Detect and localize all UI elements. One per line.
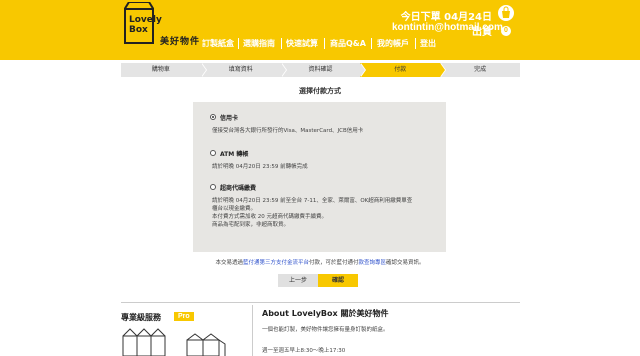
payment-platform-link[interactable]: 藍付通第三方支付金流平台 (243, 260, 309, 266)
logo-roof-icon (124, 2, 154, 10)
nav-divider (371, 38, 372, 49)
about-text: 一個也能訂製，美好物件讓您擁有量身訂製的紙盒。 (262, 327, 389, 333)
step-label: 購物車 (151, 66, 170, 73)
shopping-bag-icon (498, 5, 514, 21)
about-title: About LovelyBox 關於美好物件 (262, 309, 389, 318)
notice-text: 本交易透過 (215, 260, 243, 266)
site-header: Lovely Box 美好物件 今日下單 04月24日 出貨 kontintin… (0, 0, 640, 60)
nav-logout[interactable]: 登出 (420, 38, 436, 49)
option-description: 請於明晚 04月20日 23:59 前至全台 7-11、全家、萊爾富、OK超商利… (212, 198, 413, 204)
confirm-button[interactable]: 確認 (318, 274, 358, 287)
payment-options-panel: 信用卡 僅接受台灣各大銀行所發行的Visa、MasterCard、JCB信用卡 … (193, 102, 446, 252)
pro-service-title: 專業級服務 (121, 313, 161, 322)
option-label: 超商代碼繳費 (220, 185, 257, 192)
nav-buying-guide[interactable]: 選購指南 (243, 38, 275, 49)
nav-divider (238, 38, 239, 49)
option-label: ATM 轉帳 (220, 151, 249, 158)
business-hours: 週一至週五早上8:30～晚上17:30 (262, 348, 346, 354)
site-logo[interactable]: Lovely Box (124, 2, 162, 44)
pro-badge: Pro (174, 312, 194, 321)
cart-button[interactable]: 0 (497, 4, 515, 36)
nav-my-account[interactable]: 我的帳戶 (377, 38, 409, 49)
payment-query-link[interactable]: 款查詢專區 (359, 260, 387, 266)
nav-divider (324, 38, 325, 49)
payment-section-title: 選擇付款方式 (299, 87, 341, 95)
step-cart: 購物車 (121, 63, 207, 77)
step-label: 付款 (394, 66, 407, 73)
option-description: 請於明晚 04月20日 23:59 前轉帳完成 (212, 164, 308, 170)
option-description: 櫃台以現金繳費。 (212, 206, 257, 212)
nav-product-qa[interactable]: 商品Q&A (330, 38, 366, 49)
option-description: 僅接受台灣各大銀行所發行的Visa、MasterCard、JCB信用卡 (212, 128, 364, 134)
checkout-steps: 購物車 填寫資料 資料確認 付款 完成 (121, 63, 520, 77)
step-label: 完成 (474, 66, 487, 73)
cart-count-badge: 0 (501, 26, 511, 36)
previous-step-button[interactable]: 上一步 (278, 274, 318, 287)
nav-divider (415, 38, 416, 49)
option-label: 信用卡 (220, 115, 239, 122)
option-description: 商品為宅配到家，非超商取貨。 (212, 222, 290, 228)
atm-radio[interactable] (210, 150, 216, 156)
payment-notice: 本交易透過藍付通第三方支付金流平台付款，可於藍付通付款查詢專區確認交易資訊。 (0, 258, 640, 266)
logo-line-1: Lovely (129, 15, 162, 25)
step-fill-info: 填寫資料 (200, 63, 287, 77)
brand-name[interactable]: 美好物件 (160, 34, 200, 47)
step-label: 資料確認 (308, 66, 333, 73)
convenience-store-radio[interactable] (210, 184, 216, 190)
logo-text: Lovely Box (129, 15, 162, 35)
notice-text: 確認交易資訊。 (386, 260, 425, 266)
user-email: kontintin@hotmail.com (392, 22, 503, 33)
box-illustration-icon (122, 328, 226, 356)
step-confirm-info: 資料確認 (280, 63, 367, 77)
credit-card-radio[interactable] (210, 114, 216, 120)
footer-divider (121, 302, 520, 303)
option-description: 本付費方式需加收 20 元超商代碼繳費手續費。 (212, 214, 327, 220)
nav-quick-estimate[interactable]: 快速試算 (286, 38, 318, 49)
step-label: 填寫資料 (228, 66, 253, 73)
nav-divider (281, 38, 282, 49)
step-payment: 付款 (360, 63, 447, 77)
logo-line-2: Box (129, 25, 148, 35)
notice-text: 付款，可於藍付通付 (308, 260, 359, 266)
nav-custom-box[interactable]: 訂製紙盒 (202, 38, 234, 49)
step-complete: 完成 (440, 63, 520, 77)
footer-column-divider (252, 305, 253, 356)
